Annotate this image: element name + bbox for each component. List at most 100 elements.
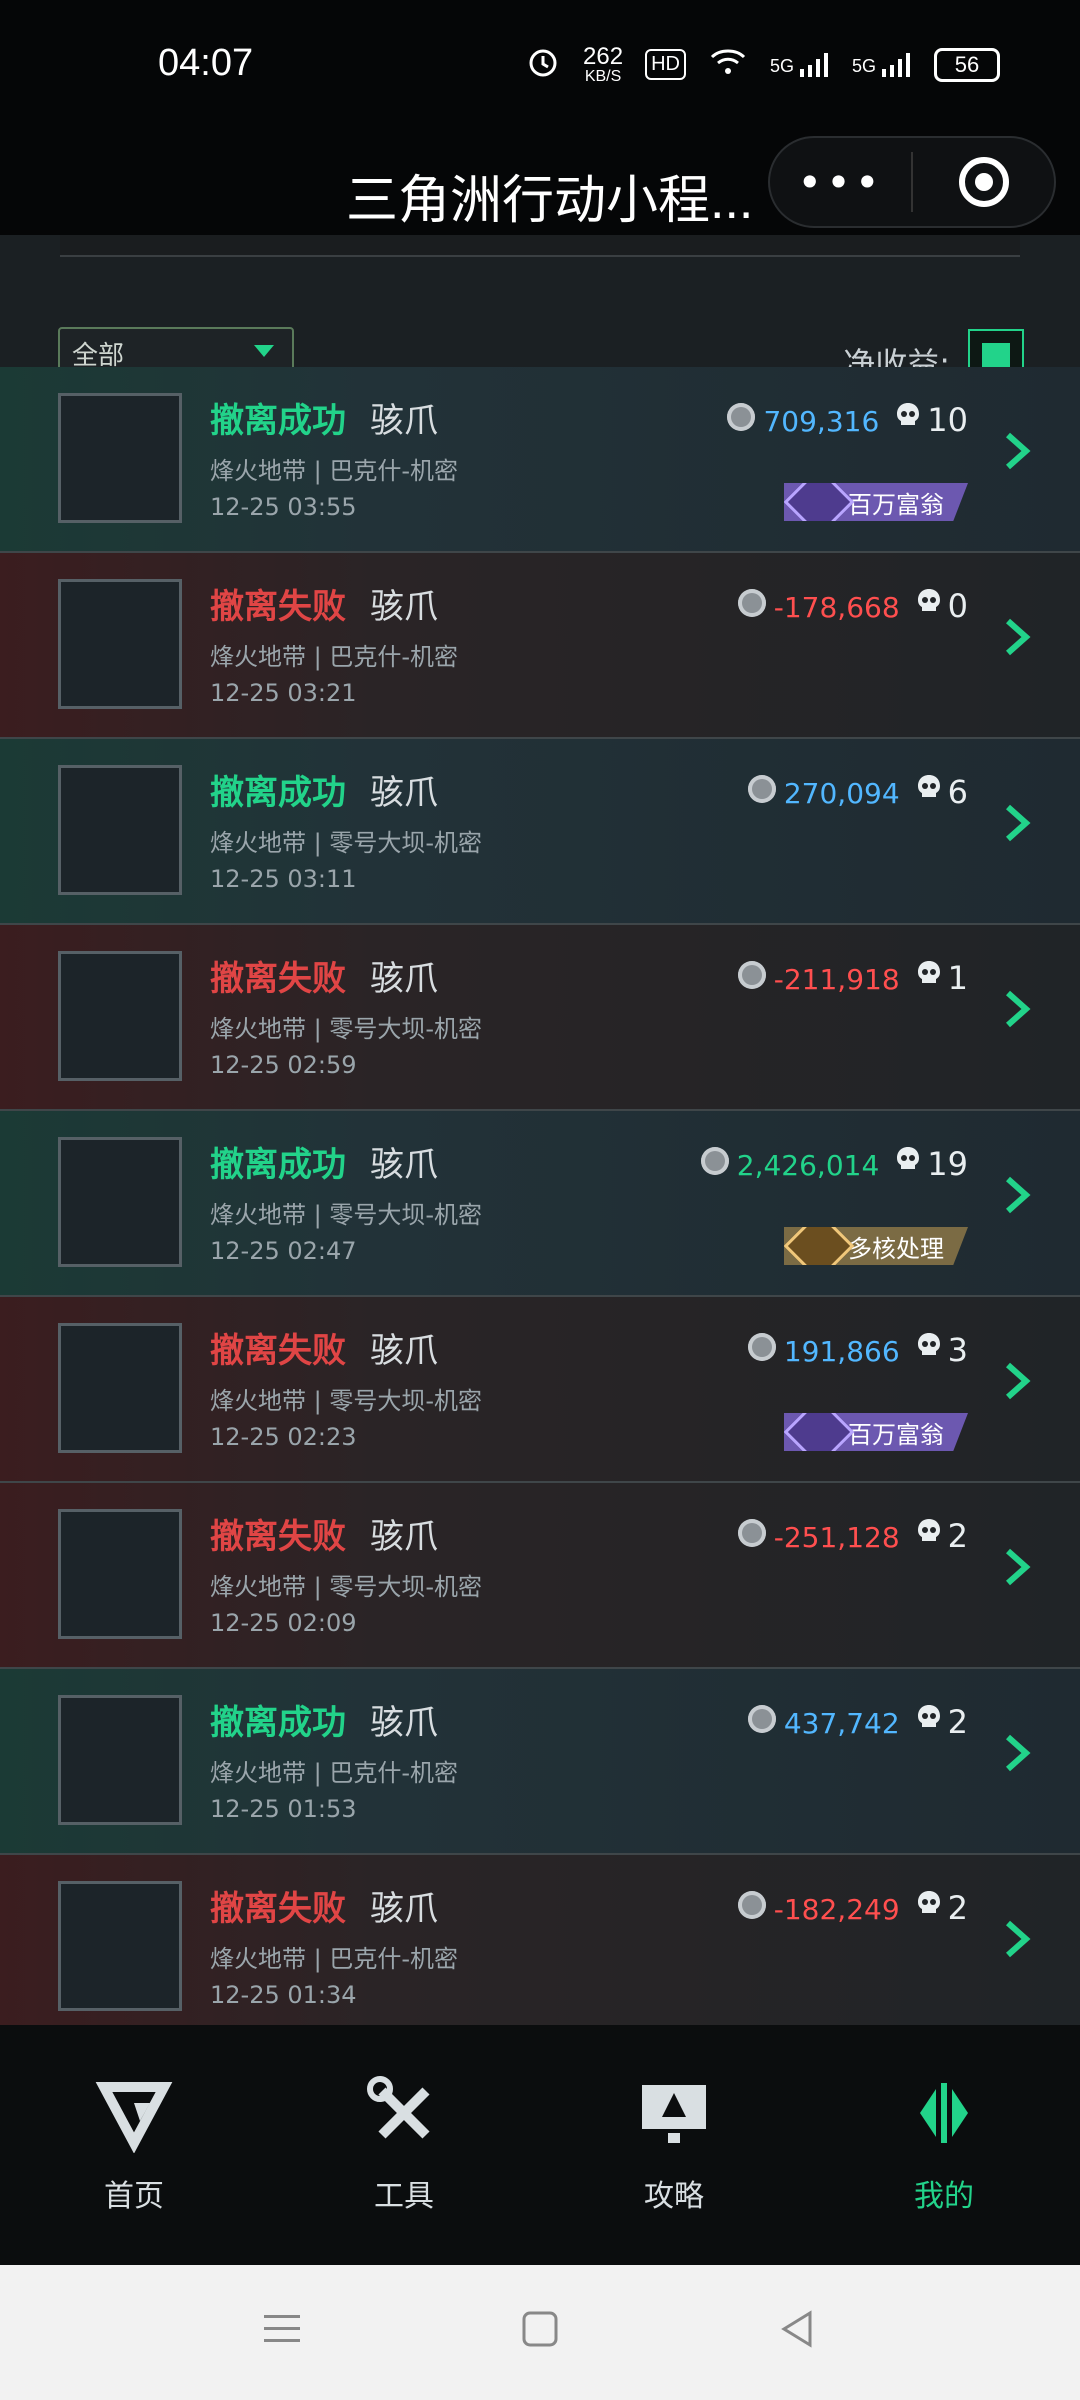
filter-selected: 全部 [72,340,125,371]
nav-profile-label: 我的 [914,2179,974,2214]
coin-icon [737,1891,766,1919]
money-value: 191,866 [783,1335,900,1368]
kill-count: 10 [927,401,968,439]
record-time: 12-25 01:53 [210,1795,357,1823]
badge-label: 百万富翁 [848,490,944,519]
coin-icon [737,1519,766,1547]
nav-profile[interactable]: 我的 [844,2073,1044,2215]
extraction-status: 撤离失败 [210,959,346,999]
chevron-right-icon[interactable] [996,1917,1040,1961]
coin-icon [700,1147,729,1175]
operator-thumbnail [58,1323,182,1453]
back-triangle-icon[interactable] [776,2307,820,2351]
chevron-right-icon[interactable] [996,1359,1040,1403]
operator-thumbnail [58,579,182,709]
kill-count: 1 [947,959,968,997]
map-info: 烽火地带 | 零号大坝-机密 [210,1015,483,1043]
record-row[interactable]: 撤离失败 骇爪 烽火地带 | 巴克什-机密 12-25 01:34 -182,2… [0,1855,1080,2025]
records-content: 全部 净收益: 撤离成功 骇爪 烽火地带 | 巴克什-机密 12-25 03:5… [0,235,1080,2025]
nav-guide[interactable]: 攻略 [574,2073,774,2215]
extraction-status: 撤离失败 [210,1331,346,1371]
extraction-status: 撤离失败 [210,587,346,627]
record-row[interactable]: 撤离失败 骇爪 烽火地带 | 零号大坝-机密 12-25 02:09 -251,… [0,1483,1080,1669]
battery-level: 56 [954,51,980,77]
money-value: 2,426,014 [736,1149,880,1182]
map-info: 烽火地带 | 零号大坝-机密 [210,1387,483,1415]
money-value: -178,668 [773,591,900,624]
chevron-right-icon[interactable] [996,1173,1040,1217]
operator-name: 骇爪 [370,587,438,627]
skull-icon [916,1517,942,1545]
nav-guide-label: 攻略 [644,2179,704,2214]
more-dots-icon: ••• [797,157,884,207]
status-time: 04:07 [158,42,254,84]
record-time: 12-25 03:21 [210,679,357,707]
coin-icon [747,1333,776,1361]
more-button[interactable]: ••• [770,138,911,226]
chevron-right-icon[interactable] [996,987,1040,1031]
map-info: 烽火地带 | 巴克什-机密 [210,457,459,485]
home-square-icon[interactable] [518,2307,562,2351]
record-time: 12-25 03:11 [210,865,357,893]
operator-thumbnail [58,1881,182,2011]
kill-count: 2 [947,1703,968,1741]
chevron-right-icon[interactable] [996,615,1040,659]
chevron-right-icon[interactable] [996,1545,1040,1589]
nav-tools[interactable]: 工具 [304,2073,504,2215]
skull-icon [916,587,942,615]
skull-icon [895,1145,921,1173]
map-info: 烽火地带 | 巴克什-机密 [210,1945,459,1973]
chevron-right-icon[interactable] [996,1731,1040,1775]
achievement-badge: 百万富翁 [784,1413,968,1451]
record-time: 12-25 03:55 [210,493,357,521]
record-row[interactable]: 撤离成功 骇爪 烽火地带 | 零号大坝-机密 12-25 03:11 270,0… [0,739,1080,925]
skull-icon [916,1889,942,1917]
map-info: 烽火地带 | 巴克什-机密 [210,1759,459,1787]
alarm-icon [525,44,561,85]
guide-icon [634,2073,714,2153]
badge-label: 百万富翁 [848,1420,944,1449]
money-value: -211,918 [773,963,900,996]
record-row[interactable]: 撤离失败 骇爪 烽火地带 | 巴克什-机密 12-25 03:21 -178,6… [0,553,1080,739]
record-row[interactable]: 撤离成功 骇爪 烽火地带 | 零号大坝-机密 12-25 02:47 2,426… [0,1111,1080,1297]
nav-tools-label: 工具 [374,2179,434,2214]
net-speed: 262 KB/S [583,44,623,85]
coin-icon [737,589,766,617]
chevron-right-icon[interactable] [996,801,1040,845]
operator-thumbnail [58,1509,182,1639]
operator-name: 骇爪 [370,773,438,813]
operator-name: 骇爪 [370,959,438,999]
operator-name: 骇爪 [370,401,438,441]
record-row[interactable]: 撤离成功 骇爪 烽火地带 | 巴克什-机密 12-25 03:55 709,31… [0,367,1080,553]
coin-icon [747,1705,776,1733]
purple-gem-icon [784,483,855,521]
record-row[interactable]: 撤离失败 骇爪 烽火地带 | 零号大坝-机密 12-25 02:23 191,8… [0,1297,1080,1483]
extraction-status: 撤离成功 [210,1145,346,1185]
coin-icon [727,403,756,431]
menu-icon[interactable] [260,2307,304,2351]
operator-name: 骇爪 [370,1145,438,1185]
coin-icon [747,775,776,803]
record-row[interactable]: 撤离成功 骇爪 烽火地带 | 巴克什-机密 12-25 01:53 437,74… [0,1669,1080,1855]
capsule-controls: ••• [768,136,1056,228]
gold-gem-icon [784,1227,855,1265]
operator-thumbnail [58,1137,182,1267]
wifi-icon [708,47,748,82]
status-bar: 04:07 262 KB/S HD 5G 5G 56 [0,0,1080,130]
money-value: 437,742 [783,1707,900,1740]
nav-home[interactable]: 首页 [34,2073,234,2215]
skull-icon [916,773,942,801]
operator-thumbnail [58,1695,182,1825]
skull-icon [916,1703,942,1731]
badge-label: 多核处理 [848,1234,944,1263]
map-info: 烽火地带 | 零号大坝-机密 [210,829,483,857]
operator-thumbnail [58,765,182,895]
close-button[interactable] [913,138,1054,226]
top-strip [60,235,1020,257]
chevron-right-icon[interactable] [996,429,1040,473]
extraction-status: 撤离成功 [210,1703,346,1743]
records-list: 撤离成功 骇爪 烽火地带 | 巴克什-机密 12-25 03:55 709,31… [0,367,1080,2025]
extraction-status: 撤离成功 [210,401,346,441]
profile-logo-icon [904,2073,984,2153]
record-row[interactable]: 撤离失败 骇爪 烽火地带 | 零号大坝-机密 12-25 02:59 -211,… [0,925,1080,1111]
